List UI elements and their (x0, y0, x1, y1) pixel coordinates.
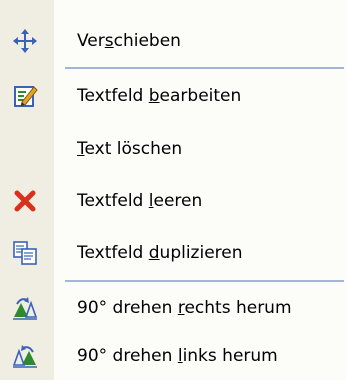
duplicate-icon (12, 240, 38, 266)
menu-item-label: Textfeld bearbeiten (77, 86, 242, 106)
red-x-icon (12, 188, 38, 214)
menu-item-textfeld-leeren[interactable]: Textfeld leeren (0, 178, 346, 226)
menu-item-drehen-rechts[interactable]: 90° drehen rechts herum (0, 285, 346, 333)
menu-item-label: Textfeld duplizieren (77, 243, 243, 263)
menu-item-verschieben[interactable]: Verschieben (0, 18, 346, 66)
menu-item-label: Textfeld leeren (77, 191, 203, 211)
edit-pencil-icon (12, 83, 38, 109)
move-arrows-icon (12, 28, 38, 54)
menu-separator (65, 67, 344, 69)
menu-item-textfeld-duplizieren[interactable]: Textfeld duplizieren (0, 230, 346, 278)
menu-item-label: Verschieben (77, 31, 181, 51)
menu-item-label: Text löschen (77, 139, 183, 159)
menu-item-drehen-links[interactable]: 90° drehen links herum (0, 333, 346, 380)
rotate-right-icon (12, 295, 38, 321)
menu-item-textfeld-bearbeiten[interactable]: Textfeld bearbeiten (0, 73, 346, 121)
rotate-left-icon (12, 343, 38, 369)
menu-separator (65, 280, 344, 282)
context-menu: Verschieben Textfeld bearbeiten Text lös… (0, 0, 346, 380)
menu-item-label: 90° drehen rechts herum (77, 298, 292, 318)
menu-item-label: 90° drehen links herum (77, 346, 278, 366)
menu-item-text-loeschen[interactable]: Text löschen (0, 126, 346, 174)
